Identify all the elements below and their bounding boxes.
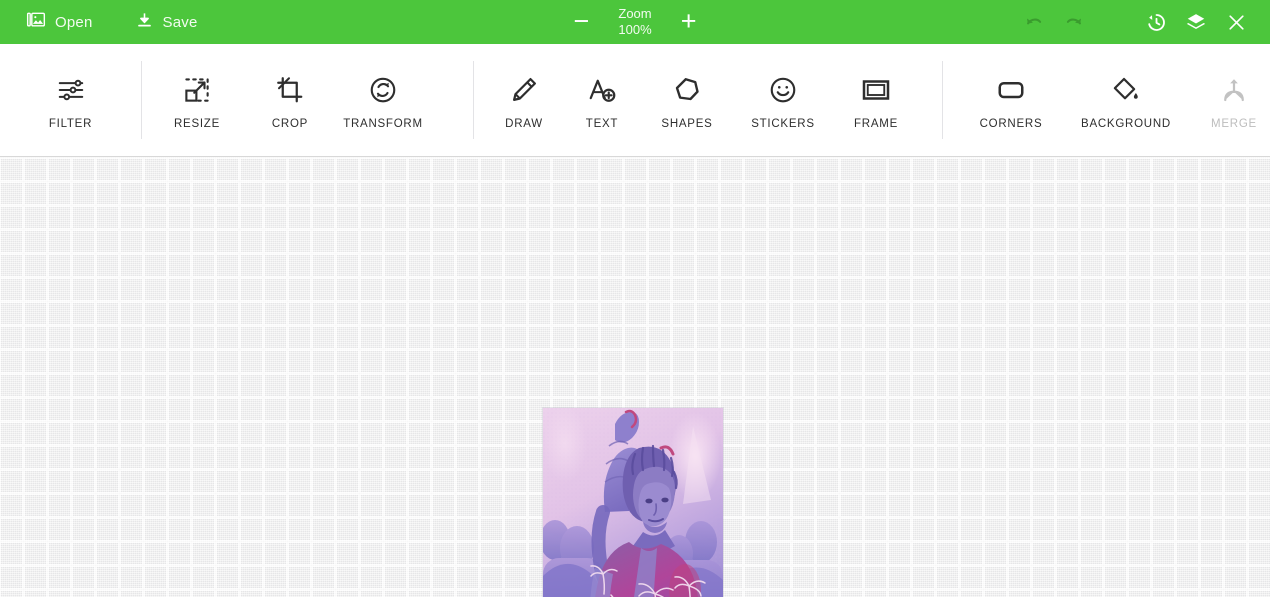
- tool-filter[interactable]: FILTER: [0, 44, 141, 157]
- zoom-label: Zoom: [618, 6, 652, 21]
- rounded-rect-icon: [996, 71, 1026, 105]
- save-button[interactable]: Save: [125, 0, 208, 44]
- crop-icon: [275, 71, 305, 105]
- zoom-out-button[interactable]: −: [570, 7, 592, 35]
- paint-bucket-icon: [1111, 71, 1141, 105]
- editor-toolbar: FILTER RESIZE CROP TRANSFORM DRAW TEXT S…: [0, 44, 1270, 157]
- frame-icon: [861, 71, 891, 105]
- toolbar-groups: FILTER RESIZE CROP TRANSFORM DRAW TEXT S…: [0, 44, 1270, 157]
- merge-arrow-icon: [1219, 71, 1249, 105]
- photo-artwork: [543, 408, 723, 597]
- app-header: Open Save − Zoom 100% +: [0, 0, 1270, 44]
- tool-merge[interactable]: MERGE: [1191, 44, 1270, 157]
- layers-icon[interactable]: [1176, 0, 1216, 44]
- tool-merge-label: MERGE: [1211, 117, 1257, 130]
- toolbar-divider-2: [473, 61, 474, 139]
- header-actions: [1014, 0, 1270, 44]
- tool-shapes[interactable]: SHAPES: [640, 44, 734, 157]
- zoom-readout: Zoom 100%: [618, 6, 651, 38]
- resize-arrow-icon: [182, 71, 212, 105]
- tool-draw[interactable]: DRAW: [484, 44, 564, 157]
- tool-draw-label: DRAW: [505, 117, 543, 130]
- undo-icon[interactable]: [1014, 0, 1054, 44]
- download-icon: [135, 11, 154, 34]
- tool-frame-label: FRAME: [854, 117, 898, 130]
- toolbar-divider-3: [942, 61, 943, 139]
- tool-filter-label: FILTER: [48, 117, 93, 130]
- tool-crop-label: CROP: [271, 117, 309, 130]
- tool-corners[interactable]: CORNERS: [961, 44, 1061, 157]
- text-add-icon: [587, 71, 617, 105]
- transform-refresh-icon: [368, 71, 398, 105]
- save-label: Save: [162, 13, 198, 31]
- canvas-area[interactable]: [0, 157, 1270, 597]
- tool-crop[interactable]: CROP: [252, 44, 328, 157]
- tool-text-label: TEXT: [585, 117, 619, 130]
- close-icon[interactable]: [1216, 0, 1256, 44]
- tool-frame[interactable]: FRAME: [832, 44, 920, 157]
- toolbar-group-create: DRAW TEXT SHAPES STICKERS FRAME: [484, 44, 920, 157]
- toolbar-group-filter: FILTER: [0, 44, 141, 157]
- tool-stickers[interactable]: STICKERS: [734, 44, 832, 157]
- open-label: Open: [55, 13, 93, 31]
- tool-text[interactable]: TEXT: [564, 44, 640, 157]
- tool-stickers-label: STICKERS: [751, 117, 815, 130]
- toolbar-group-finish: CORNERS BACKGROUND MERGE: [961, 44, 1270, 157]
- smiley-icon: [768, 71, 798, 105]
- edited-photo[interactable]: [543, 408, 723, 597]
- photo-library-icon: [26, 10, 46, 34]
- zoom-value: 100%: [618, 22, 652, 37]
- redo-icon[interactable]: [1054, 0, 1094, 44]
- tool-background-label: BACKGROUND: [1081, 117, 1171, 130]
- tool-resize[interactable]: RESIZE: [142, 44, 252, 157]
- tool-transform[interactable]: TRANSFORM: [328, 44, 438, 157]
- polygon-icon: [672, 71, 702, 105]
- history-icon[interactable]: [1136, 0, 1176, 44]
- tool-resize-label: RESIZE: [173, 117, 221, 130]
- open-button[interactable]: Open: [16, 0, 103, 44]
- tool-background[interactable]: BACKGROUND: [1061, 44, 1191, 157]
- zoom-in-button[interactable]: +: [678, 7, 700, 35]
- tool-shapes-label: SHAPES: [661, 117, 713, 130]
- sliders-icon: [56, 71, 86, 105]
- tool-corners-label: CORNERS: [979, 117, 1043, 130]
- toolbar-group-geometry: RESIZE CROP TRANSFORM: [142, 44, 438, 157]
- pencil-icon: [509, 71, 539, 105]
- tool-transform-label: TRANSFORM: [343, 117, 423, 130]
